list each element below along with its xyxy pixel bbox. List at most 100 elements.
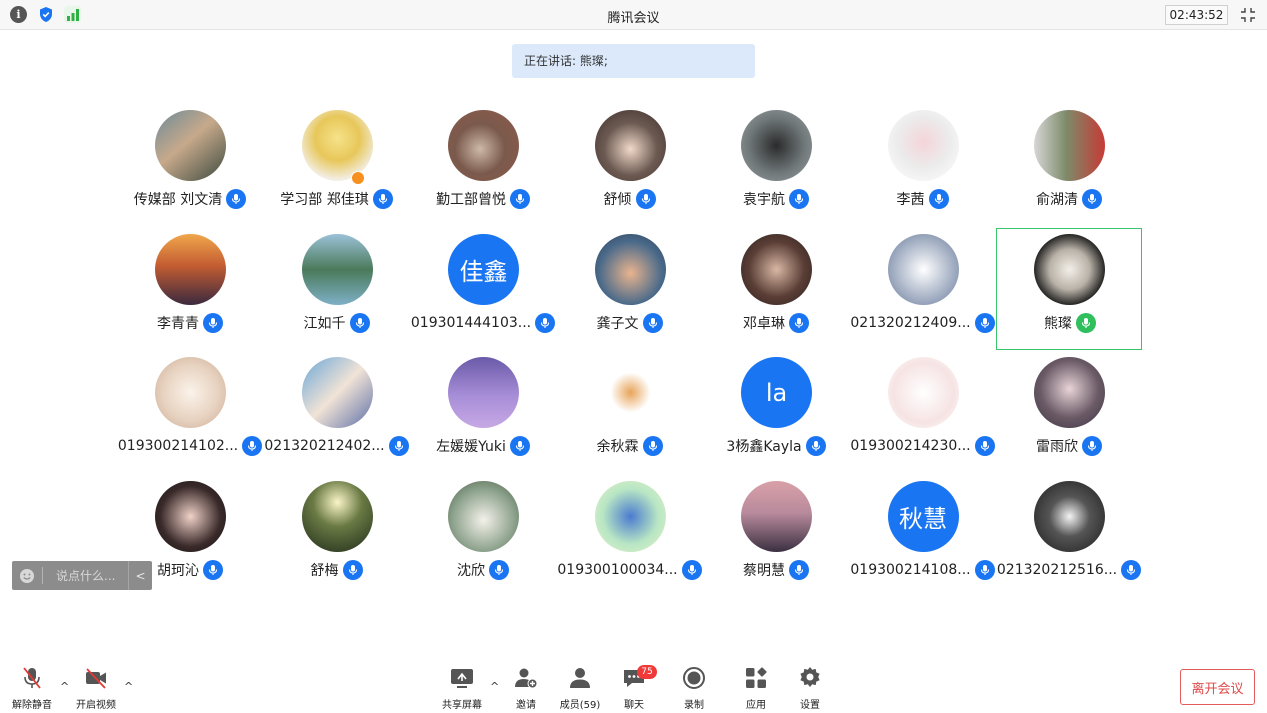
participant-name-row: 学习部 郑佳琪 — [264, 189, 410, 209]
start-video-label: 开启视频 — [76, 700, 116, 711]
divider — [42, 567, 43, 584]
participant-tile[interactable]: 江如千 — [264, 228, 410, 350]
participant-tile[interactable]: 熊璨 — [996, 227, 1143, 350]
mic-muted-icon — [23, 667, 41, 689]
mic-icon — [510, 189, 530, 209]
participant-tile[interactable]: 雷雨欣 — [996, 351, 1142, 473]
chat-label: 聊天 — [624, 700, 644, 711]
participant-tile[interactable]: 舒倾 — [557, 104, 703, 226]
participant-name: 021320212409... — [850, 314, 971, 331]
emoji-icon[interactable] — [12, 568, 42, 584]
avatar — [448, 110, 519, 181]
participant-name: 舒梅 — [310, 562, 339, 579]
avatar — [594, 357, 666, 428]
mic-icon — [242, 436, 263, 456]
chat-placeholder: 说点什么... — [56, 569, 116, 583]
participant-tile[interactable]: 余秋霖 — [557, 351, 703, 473]
participant-name: 019300214230... — [850, 438, 971, 454]
participant-name-row: 传媒部 刘文清 — [117, 189, 263, 209]
participant-name-row: 熊璨 — [997, 312, 1143, 333]
participant-tile[interactable]: 019300100034... — [557, 475, 703, 597]
participant-name-row: 左媛媛Yuki — [410, 436, 556, 456]
avatar — [741, 233, 812, 305]
participant-name-row: 江如千 — [264, 312, 410, 333]
settings-button[interactable]: 设置 — [780, 665, 840, 711]
participant-tile[interactable]: 沈欣 — [410, 475, 556, 597]
invite-button[interactable]: 邀请 — [496, 665, 556, 711]
participant-name: 左媛媛Yuki — [436, 439, 506, 455]
add-person-icon — [515, 668, 538, 689]
participant-tile[interactable]: 021320212409... — [850, 228, 996, 350]
participant-tile[interactable]: 龚子文 — [557, 228, 703, 350]
camera-off-icon — [86, 668, 106, 689]
record-button[interactable]: 录制 — [664, 665, 724, 711]
participant-tile[interactable]: 019300214230... — [850, 351, 996, 473]
participant-tile[interactable]: 019300214102... — [117, 351, 263, 473]
participant-name-row: 俞湖清 — [996, 189, 1142, 209]
mic-icon — [805, 436, 826, 456]
participant-name-row: 余秋霖 — [557, 436, 703, 456]
avatar — [1034, 357, 1105, 428]
chat-quick-input[interactable]: 说点什么... < — [12, 561, 152, 590]
participant-name: 龚子文 — [596, 315, 639, 332]
mic-icon — [681, 559, 702, 580]
participant-tile[interactable]: 佳鑫 019301444103... — [410, 228, 556, 350]
participant-name: 传媒部 刘文清 — [133, 192, 223, 208]
apps-button[interactable]: 应用 — [726, 665, 786, 711]
participant-tile[interactable]: 邓卓琳 — [703, 228, 849, 350]
participant-tile[interactable]: 勤工部曾悦 — [410, 104, 556, 226]
participant-name-row: 021320212402... — [264, 436, 410, 456]
unmute-button[interactable]: 解除静音 — [2, 665, 62, 711]
participant-name: 李青青 — [157, 315, 199, 332]
participant-tile[interactable]: 秋慧 019300214108... — [850, 475, 996, 597]
participant-name-row: 蔡明慧 — [703, 559, 849, 580]
participant-tile[interactable]: 李青青 — [117, 228, 263, 350]
participant-name: 江如千 — [303, 315, 346, 332]
mic-icon — [226, 189, 247, 209]
participant-name-row: 勤工部曾悦 — [410, 189, 556, 209]
participant-name: 019300100034... — [557, 561, 678, 578]
participant-name-row: 019300214102... — [117, 436, 263, 456]
avatar — [301, 110, 373, 181]
leave-meeting-button[interactable]: 离开会议 — [1180, 669, 1255, 705]
participant-name: 021320212402... — [264, 438, 385, 454]
participant-name-row: 邓卓琳 — [703, 312, 849, 333]
mic-icon — [789, 189, 809, 209]
participant-tile[interactable]: 李茜 — [850, 104, 996, 226]
participant-tile[interactable]: 左媛媛Yuki — [410, 351, 556, 473]
mic-icon — [203, 312, 223, 333]
mic-icon — [1082, 189, 1102, 209]
speaking-indicator: 正在讲话: 熊璨; — [512, 44, 755, 78]
mic-speaking-icon — [1076, 312, 1096, 333]
participant-tile[interactable]: 蔡明慧 — [703, 475, 849, 597]
host-badge-icon — [350, 171, 365, 185]
participant-name-row: 019300214108... — [850, 559, 996, 580]
avatar — [594, 233, 666, 305]
invite-label: 邀请 — [516, 700, 536, 711]
members-label: 成员(59) — [559, 700, 601, 711]
participant-tile[interactable]: 传媒部 刘文清 — [117, 104, 263, 226]
share-screen-button[interactable]: 共享屏幕 — [432, 665, 492, 711]
participant-name: 沈欣 — [457, 562, 485, 579]
members-button[interactable]: 成员(59) — [550, 665, 610, 711]
participant-tile[interactable]: 袁宇航 — [703, 104, 849, 226]
participant-tile[interactable]: 021320212516... — [996, 475, 1142, 597]
mic-icon — [1121, 559, 1142, 580]
participant-tile[interactable]: 021320212402... — [264, 351, 410, 473]
participant-name-row: 021320212516... — [996, 559, 1142, 580]
start-video-button[interactable]: 开启视频 — [66, 665, 126, 711]
participant-name: 021320212516... — [996, 561, 1118, 578]
members-icon — [570, 668, 590, 688]
video-options-caret-icon[interactable]: ^ — [124, 680, 133, 693]
participant-name: 3杨鑫Kayla — [726, 439, 802, 455]
participant-tile[interactable]: 舒梅 — [264, 475, 410, 597]
exit-fullscreen-icon[interactable] — [1238, 5, 1258, 25]
participant-name-row: 李青青 — [117, 312, 263, 333]
participant-tile[interactable]: la 3杨鑫Kayla — [703, 351, 849, 473]
avatar — [741, 110, 812, 181]
participant-tile[interactable]: 俞湖清 — [996, 104, 1142, 226]
collapse-chevron-icon[interactable]: < — [128, 561, 152, 590]
participant-name: 学习部 郑佳琪 — [280, 192, 369, 208]
participant-tile[interactable]: 学习部 郑佳琪 — [264, 104, 410, 226]
mic-icon — [789, 312, 809, 333]
